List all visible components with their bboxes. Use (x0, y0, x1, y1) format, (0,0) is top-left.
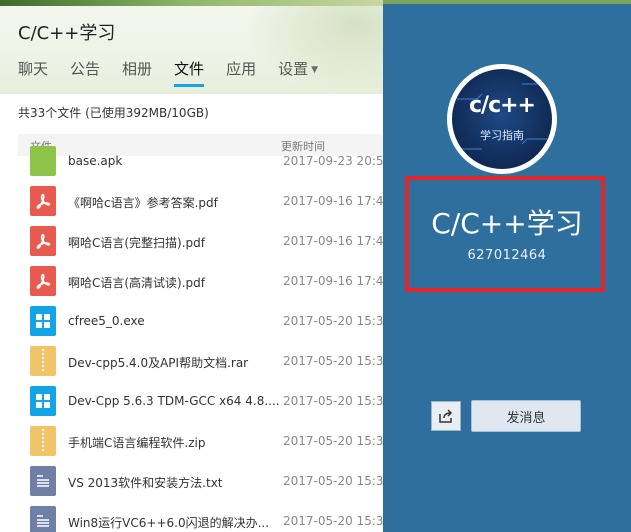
file-row[interactable]: base.apk 2017-09-23 20:5 (18, 142, 383, 182)
file-time: 2017-09-16 17:43 (283, 234, 383, 248)
file-row[interactable]: 《啊哈c语言》参考答案.pdf 2017-09-16 17:43 (18, 182, 383, 222)
pdf-file-icon (30, 226, 56, 256)
file-time: 2017-05-20 15:32 (283, 474, 383, 488)
tab-label: 设置 (278, 60, 309, 78)
file-time: 2017-05-20 15:32 (283, 434, 383, 448)
file-row[interactable]: cfree5_0.exe 2017-05-20 15:32 (18, 302, 383, 342)
circuit-pattern (457, 83, 547, 150)
file-row[interactable]: Dev-cpp5.4.0及API帮助文档.rar 2017-05-20 15:3… (18, 342, 383, 382)
tab-label: 相册 (122, 60, 153, 78)
file-time: 2017-09-23 20:5 (283, 154, 383, 168)
send-message-button[interactable]: 发消息 (471, 400, 581, 432)
group-file-window: C/C++学习 聊天 公告 相册 文件 应用 设置 ▼ 共33个文件 (已使用39… (0, 6, 383, 532)
tab-label: 聊天 (18, 60, 49, 78)
file-name: 啊哈C语言(完整扫描).pdf (68, 236, 206, 250)
group-tabs: 聊天 公告 相册 文件 应用 设置 ▼ (18, 58, 340, 87)
tab-settings[interactable]: 设置 ▼ (278, 58, 318, 87)
pdf-file-icon (30, 186, 56, 216)
apk-file-icon (30, 146, 56, 176)
pdf-file-icon (30, 266, 56, 296)
file-time: 2017-09-16 17:43 (283, 274, 383, 288)
tab-apps[interactable]: 应用 (226, 58, 256, 87)
file-time: 2017-05-20 15:32 (283, 314, 383, 328)
file-time: 2017-09-16 17:43 (283, 194, 383, 208)
file-row[interactable]: Dev-Cpp 5.6.3 TDM-GCC x64 4.8.... 2017-0… (18, 382, 383, 422)
tab-label: 公告 (70, 60, 101, 78)
tab-label: 文件 (174, 60, 205, 78)
file-name: Win8运行VC6++6.0闪退的解决办... (68, 516, 270, 530)
windows-exe-icon (30, 386, 56, 416)
archive-file-icon (30, 426, 56, 456)
tab-album[interactable]: 相册 (122, 58, 152, 87)
share-icon (439, 409, 453, 423)
avatar-subtext: 学习指南 (480, 129, 524, 142)
group-avatar[interactable]: c/c++ 学习指南 (447, 64, 557, 174)
file-row[interactable]: 啊哈C语言(高清试读).pdf 2017-09-16 17:43 (18, 262, 383, 302)
file-time: 2017-05-20 15:32 (283, 514, 383, 528)
file-name: cfree5_0.exe (68, 314, 145, 328)
group-header: C/C++学习 聊天 公告 相册 文件 应用 设置 ▼ (0, 6, 383, 94)
file-name: 《啊哈c语言》参考答案.pdf (68, 196, 218, 210)
file-row[interactable]: VS 2013软件和安装方法.txt 2017-05-20 15:32 (18, 462, 383, 502)
avatar-logo: c/c++ 学习指南 (452, 69, 552, 169)
file-name: VS 2013软件和安装方法.txt (68, 476, 223, 490)
text-file-icon (30, 466, 56, 496)
group-profile-panel: c/c++ 学习指南 C/C++学习 627012464 发消息 (383, 4, 631, 532)
file-summary: 共33个文件 (已使用392MB/10GB) (18, 106, 209, 120)
text-file-icon (30, 506, 56, 532)
file-row[interactable]: Win8运行VC6++6.0闪退的解决办... 2017-05-20 15:32 (18, 502, 383, 532)
tab-notice[interactable]: 公告 (70, 58, 100, 87)
file-name: Dev-cpp5.4.0及API帮助文档.rar (68, 356, 249, 370)
group-name: C/C++学习 (431, 207, 583, 240)
file-row[interactable]: 手机端C语言编程软件.zip 2017-05-20 15:32 (18, 422, 383, 462)
group-id: 627012464 (467, 248, 547, 263)
file-name: 啊哈C语言(高清试读).pdf (68, 276, 206, 290)
tab-label: 应用 (226, 60, 257, 78)
file-row[interactable]: 啊哈C语言(完整扫描).pdf 2017-09-16 17:43 (18, 222, 383, 262)
file-time: 2017-05-20 15:32 (283, 394, 383, 408)
tab-chat[interactable]: 聊天 (18, 58, 48, 87)
file-name: 手机端C语言编程软件.zip (68, 436, 206, 450)
share-button[interactable] (431, 401, 461, 431)
archive-file-icon (30, 346, 56, 376)
file-name: Dev-Cpp 5.6.3 TDM-GCC x64 4.8.... (68, 394, 280, 408)
avatar-text: c/c++ (469, 93, 536, 118)
tab-files[interactable]: 文件 (174, 58, 205, 87)
group-title: C/C++学习 (18, 23, 116, 44)
file-time: 2017-05-20 15:32 (283, 354, 383, 368)
caret-down-icon: ▼ (311, 64, 319, 75)
file-name: base.apk (68, 154, 123, 168)
windows-exe-icon (30, 306, 56, 336)
